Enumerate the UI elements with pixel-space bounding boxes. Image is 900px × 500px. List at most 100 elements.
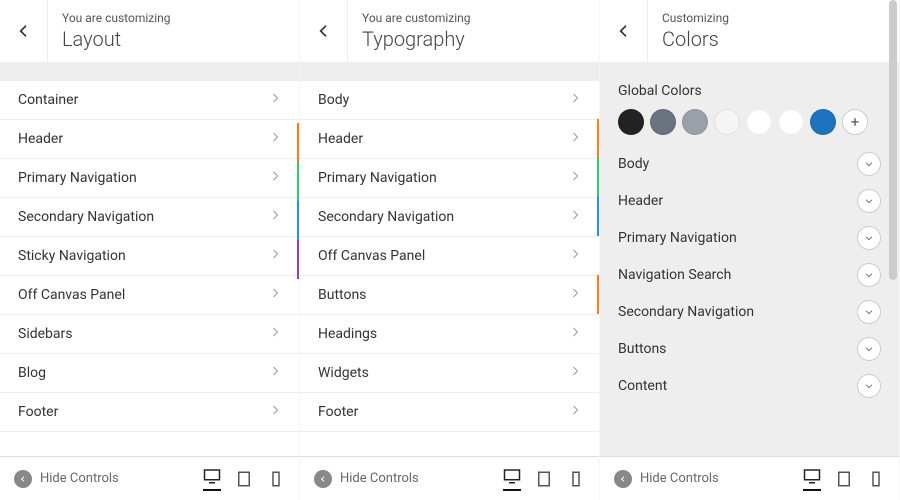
expand-button[interactable] bbox=[857, 189, 881, 213]
plus-icon: + bbox=[851, 113, 860, 131]
row-primary-navigation[interactable]: Primary Navigation bbox=[0, 159, 299, 198]
row-label: Off Canvas Panel bbox=[18, 287, 125, 303]
add-color-button[interactable]: + bbox=[842, 109, 868, 135]
hide-controls-label: Hide Controls bbox=[340, 471, 419, 486]
device-mobile-button[interactable] bbox=[867, 470, 885, 488]
chevron-down-icon bbox=[864, 307, 874, 317]
row-label: Body bbox=[318, 92, 349, 108]
row-label: Header bbox=[318, 131, 363, 147]
back-button[interactable] bbox=[0, 0, 48, 62]
color-swatch[interactable] bbox=[810, 109, 836, 135]
mobile-icon bbox=[867, 470, 885, 488]
back-button[interactable] bbox=[600, 0, 648, 62]
device-toggle bbox=[503, 467, 585, 491]
device-toggle bbox=[203, 467, 285, 491]
row-footer[interactable]: Footer bbox=[0, 393, 299, 432]
row-off-canvas-panel[interactable]: Off Canvas Panel bbox=[300, 237, 599, 276]
row-body[interactable]: Body bbox=[300, 81, 599, 120]
row-label: Sidebars bbox=[18, 326, 72, 342]
tablet-icon bbox=[835, 470, 853, 488]
expand-button[interactable] bbox=[857, 263, 881, 287]
expand-button[interactable] bbox=[857, 300, 881, 324]
row-off-canvas-panel[interactable]: Off Canvas Panel bbox=[0, 276, 299, 315]
chevron-right-icon bbox=[269, 365, 281, 381]
accent-edge bbox=[297, 201, 299, 240]
color-section-primary-navigation[interactable]: Primary Navigation bbox=[600, 219, 899, 256]
spacer bbox=[0, 63, 299, 81]
row-label: Blog bbox=[18, 365, 46, 381]
row-label: Headings bbox=[318, 326, 377, 342]
settings-list: Container Header Primary Navigation Seco… bbox=[0, 81, 299, 432]
row-sticky-navigation[interactable]: Sticky Navigation bbox=[0, 237, 299, 276]
device-tablet-button[interactable] bbox=[835, 470, 853, 488]
back-button[interactable] bbox=[300, 0, 348, 62]
color-section-navigation-search[interactable]: Navigation Search bbox=[600, 256, 899, 293]
hide-controls-button[interactable]: Hide Controls bbox=[614, 470, 719, 488]
panel-footer: Hide Controls bbox=[0, 456, 299, 500]
page-title: Layout bbox=[62, 27, 171, 51]
device-mobile-button[interactable] bbox=[567, 470, 585, 488]
color-section-buttons[interactable]: Buttons bbox=[600, 330, 899, 367]
row-header[interactable]: Header bbox=[0, 120, 299, 159]
expand-button[interactable] bbox=[857, 337, 881, 361]
hide-controls-button[interactable]: Hide Controls bbox=[314, 470, 419, 488]
color-section-header[interactable]: Header bbox=[600, 182, 899, 219]
color-section-body[interactable]: Body bbox=[600, 145, 899, 182]
color-swatch[interactable] bbox=[650, 109, 676, 135]
color-swatch[interactable] bbox=[778, 109, 804, 135]
chevron-right-icon bbox=[569, 326, 581, 342]
panel-footer: Hide Controls bbox=[600, 456, 899, 500]
row-sidebars[interactable]: Sidebars bbox=[0, 315, 299, 354]
row-secondary-navigation[interactable]: Secondary Navigation bbox=[0, 198, 299, 237]
tablet-icon bbox=[535, 470, 553, 488]
row-label: Widgets bbox=[318, 365, 369, 381]
color-swatch[interactable] bbox=[618, 109, 644, 135]
hide-controls-label: Hide Controls bbox=[640, 471, 719, 486]
scrollbar[interactable] bbox=[889, 0, 897, 280]
device-tablet-button[interactable] bbox=[535, 470, 553, 488]
collapse-icon bbox=[614, 470, 632, 488]
panel-header: Customizing Colors bbox=[600, 0, 899, 63]
row-label: Buttons bbox=[618, 341, 666, 357]
row-label: Header bbox=[618, 193, 663, 209]
tablet-icon bbox=[235, 470, 253, 488]
row-label: Primary Navigation bbox=[18, 170, 137, 186]
chevron-right-icon bbox=[269, 209, 281, 225]
row-container[interactable]: Container bbox=[0, 81, 299, 120]
chevron-right-icon bbox=[569, 209, 581, 225]
row-widgets[interactable]: Widgets bbox=[300, 354, 599, 393]
color-swatch[interactable] bbox=[746, 109, 772, 135]
row-footer[interactable]: Footer bbox=[300, 393, 599, 432]
hide-controls-label: Hide Controls bbox=[40, 471, 119, 486]
color-section-secondary-navigation[interactable]: Secondary Navigation bbox=[600, 293, 899, 330]
expand-button[interactable] bbox=[857, 152, 881, 176]
row-buttons[interactable]: Buttons bbox=[300, 276, 599, 315]
chevron-right-icon bbox=[569, 365, 581, 381]
device-desktop-button[interactable] bbox=[503, 467, 521, 491]
color-swatch[interactable] bbox=[714, 109, 740, 135]
row-header[interactable]: Header bbox=[300, 120, 599, 159]
expand-button[interactable] bbox=[857, 226, 881, 250]
page-title: Colors bbox=[662, 27, 729, 51]
chevron-right-icon bbox=[269, 92, 281, 108]
color-section-content[interactable]: Content bbox=[600, 367, 899, 404]
chevron-right-icon bbox=[569, 248, 581, 264]
mobile-icon bbox=[567, 470, 585, 488]
row-headings[interactable]: Headings bbox=[300, 315, 599, 354]
color-swatch[interactable] bbox=[682, 109, 708, 135]
row-secondary-navigation[interactable]: Secondary Navigation bbox=[300, 198, 599, 237]
chevron-left-icon bbox=[316, 23, 332, 39]
customizer-panel-typography: You are customizing Typography Body Head… bbox=[300, 0, 600, 500]
accent-edge bbox=[597, 275, 599, 314]
device-desktop-button[interactable] bbox=[803, 467, 821, 491]
chevron-right-icon bbox=[569, 404, 581, 420]
hide-controls-button[interactable]: Hide Controls bbox=[14, 470, 119, 488]
section-title-global-colors: Global Colors bbox=[600, 63, 899, 105]
device-mobile-button[interactable] bbox=[267, 470, 285, 488]
device-tablet-button[interactable] bbox=[235, 470, 253, 488]
device-desktop-button[interactable] bbox=[203, 467, 221, 491]
chevron-down-icon bbox=[864, 196, 874, 206]
row-primary-navigation[interactable]: Primary Navigation bbox=[300, 159, 599, 198]
expand-button[interactable] bbox=[857, 374, 881, 398]
row-blog[interactable]: Blog bbox=[0, 354, 299, 393]
